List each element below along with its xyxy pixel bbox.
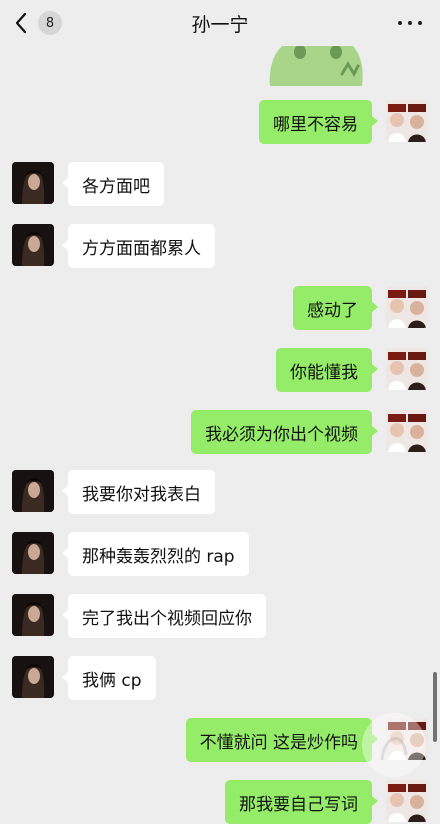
message-row: 各方面吧 bbox=[0, 162, 440, 206]
sent-message-bubble[interactable]: 你能懂我 bbox=[276, 348, 378, 392]
contact-avatar[interactable] bbox=[12, 470, 54, 512]
contact-avatar[interactable] bbox=[12, 532, 54, 574]
received-message-bubble[interactable]: 方方面面都累人 bbox=[62, 224, 215, 268]
message-row: 方方面面都累人 bbox=[0, 224, 440, 268]
my-avatar[interactable] bbox=[386, 286, 428, 328]
contact-avatar[interactable] bbox=[12, 656, 54, 698]
watermark-logo bbox=[362, 713, 426, 777]
sent-message-bubble[interactable]: 那我要自己写词 bbox=[225, 780, 378, 824]
sent-message-bubble[interactable]: 哪里不容易 bbox=[259, 100, 378, 144]
message-row: 那种轰轰烈烈的 rap bbox=[0, 532, 440, 576]
message-row: 哪里不容易 bbox=[0, 100, 440, 144]
message-row: 我要你对我表白 bbox=[0, 470, 440, 514]
message-row: 完了我出个视频回应你 bbox=[0, 594, 440, 638]
more-dots-icon[interactable] bbox=[398, 13, 422, 33]
received-message-bubble[interactable]: 我要你对我表白 bbox=[62, 470, 215, 514]
contact-avatar[interactable] bbox=[12, 224, 54, 266]
message-row: 我俩 cp bbox=[0, 656, 440, 700]
my-avatar[interactable] bbox=[386, 348, 428, 390]
received-message-bubble[interactable]: 那种轰轰烈烈的 rap bbox=[62, 532, 249, 576]
contact-avatar[interactable] bbox=[12, 594, 54, 636]
received-message-bubble[interactable]: 完了我出个视频回应你 bbox=[62, 594, 266, 638]
received-message-bubble[interactable]: 我俩 cp bbox=[62, 656, 156, 700]
my-avatar[interactable] bbox=[386, 410, 428, 452]
contact-avatar[interactable] bbox=[12, 162, 54, 204]
sent-message-bubble[interactable]: 不懂就问 这是炒作吗 bbox=[185, 718, 379, 762]
my-avatar[interactable] bbox=[386, 100, 428, 142]
chat-title: 孙一宁 bbox=[191, 14, 249, 36]
message-row: 你能懂我 bbox=[0, 348, 440, 392]
sent-message-bubble[interactable]: 我必须为你出个视频 bbox=[191, 410, 378, 454]
message-row: 我必须为你出个视频 bbox=[0, 410, 440, 454]
message-row: 感动了 bbox=[0, 286, 440, 330]
chat-header: 8 孙一宁 bbox=[0, 0, 440, 46]
sent-message-bubble[interactable]: 感动了 bbox=[293, 286, 378, 330]
received-message-bubble[interactable]: 各方面吧 bbox=[62, 162, 164, 206]
